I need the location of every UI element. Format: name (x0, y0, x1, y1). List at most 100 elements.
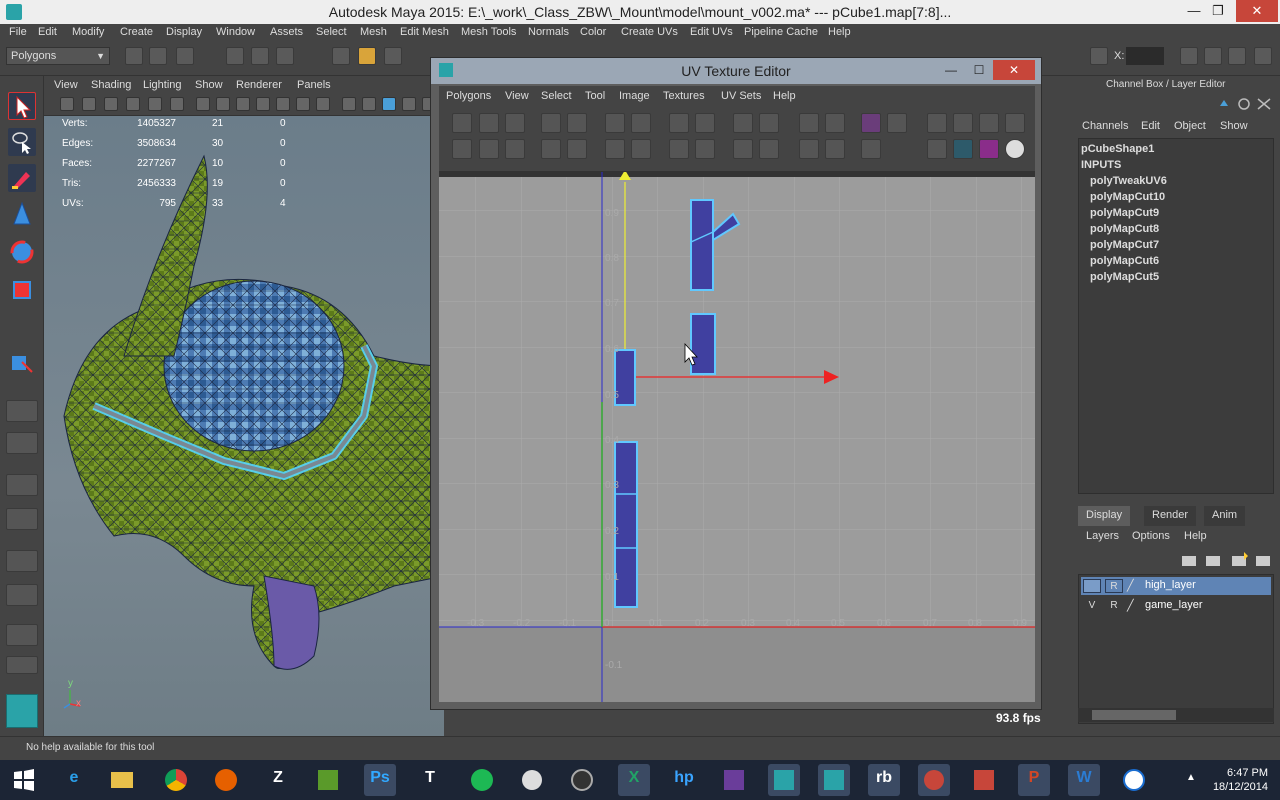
uv-sew-icon[interactable] (631, 113, 651, 133)
lasso-tool-icon[interactable] (8, 128, 36, 156)
cb-menu-edit[interactable]: Edit (1141, 120, 1160, 132)
uv-isolate-icon[interactable] (861, 139, 881, 159)
uv-menu-textures[interactable]: Textures (663, 90, 705, 102)
xray-joints-icon[interactable] (382, 97, 396, 111)
image-plane-icon[interactable] (126, 97, 140, 111)
uv-checker-toggle-icon[interactable] (887, 113, 907, 133)
channel-box-list[interactable]: pCubeShape1 INPUTS polyTweakUV6 polyMapC… (1078, 138, 1274, 494)
camera-attr-icon[interactable] (82, 97, 96, 111)
vp-menu-panels[interactable]: Panels (297, 79, 331, 91)
uv-menu-select[interactable]: Select (541, 90, 572, 102)
internet-explorer-icon[interactable]: e (58, 764, 90, 796)
uv-distribute-icon[interactable] (759, 113, 779, 133)
zbrush-icon[interactable]: Z (262, 764, 294, 796)
layer-name[interactable]: high_layer (1145, 579, 1196, 591)
uv-pin-icon[interactable] (799, 139, 819, 159)
vp-menu-renderer[interactable]: Renderer (236, 79, 282, 91)
uv-menu-view[interactable]: View (505, 90, 529, 102)
uv-stack-icon[interactable] (759, 139, 779, 159)
uv-merge-icon[interactable] (631, 139, 651, 159)
excel-icon[interactable]: X (618, 764, 650, 796)
vp-menu-view[interactable]: View (54, 79, 78, 91)
tab-anim[interactable]: Anim (1204, 506, 1246, 526)
cb-input-node[interactable]: polyMapCut7 (1090, 239, 1159, 251)
tab-render[interactable]: Render (1144, 506, 1197, 526)
uv-menu-polygons[interactable]: Polygons (446, 90, 491, 102)
layer-visibility-toggle[interactable] (1083, 579, 1101, 593)
vp-menu-show[interactable]: Show (195, 79, 223, 91)
hp-icon[interactable]: hp (668, 764, 700, 796)
menu-help[interactable]: Help (828, 26, 851, 38)
uv-optimize-icon[interactable] (695, 139, 715, 159)
uv-menu-help[interactable]: Help (773, 90, 796, 102)
vp-menu-shading[interactable]: Shading (91, 79, 131, 91)
menu-normals[interactable]: Normals (528, 26, 569, 38)
layer-display-type-toggle[interactable]: R (1105, 579, 1123, 593)
transform-icon[interactable] (1090, 47, 1108, 65)
cb-input-node[interactable]: polyTweakUV6 (1090, 175, 1167, 187)
select-component-icon[interactable] (276, 47, 294, 65)
layout-persp-graph-icon[interactable] (6, 508, 38, 530)
powerpoint-icon[interactable]: P (1018, 764, 1050, 796)
menu-create-uvs[interactable]: Create UVs (621, 26, 678, 38)
menu-edit-mesh[interactable]: Edit Mesh (400, 26, 449, 38)
uv-exposure-icon[interactable] (1005, 139, 1025, 159)
perspective-viewport[interactable]: Verts: Edges: Faces: Tris: UVs: 1405327 … (44, 116, 444, 736)
vp-menu-lighting[interactable]: Lighting (143, 79, 182, 91)
select-object-icon[interactable] (251, 47, 269, 65)
mudbox-icon[interactable] (312, 764, 344, 796)
uv-grid-display-icon[interactable] (927, 113, 947, 133)
uv-shaded-icon[interactable] (979, 113, 999, 133)
move-tool-icon[interactable] (8, 200, 36, 228)
layer-display-type-toggle[interactable]: R (1105, 599, 1123, 613)
uv-menu-image[interactable]: Image (619, 90, 650, 102)
universal-manipulator-icon[interactable] (8, 348, 36, 376)
spotify-icon[interactable] (466, 764, 498, 796)
cb-shape-node[interactable]: pCubeShape1 (1081, 143, 1154, 155)
layout-persp-outliner-icon[interactable] (6, 474, 38, 496)
uv-cut-icon[interactable] (605, 113, 625, 133)
uv-color-icon[interactable] (979, 139, 999, 159)
close-button[interactable]: ✕ (1236, 0, 1278, 22)
scale-tool-icon[interactable] (8, 276, 36, 304)
save-scene-icon[interactable] (176, 47, 194, 65)
substance-icon[interactable] (718, 764, 750, 796)
cb-menu-channels[interactable]: Channels (1082, 120, 1128, 132)
snap-point-icon[interactable] (384, 47, 402, 65)
uv-unfold-icon[interactable] (669, 139, 689, 159)
menu-edit[interactable]: Edit (38, 26, 57, 38)
cb-menu-show[interactable]: Show (1220, 120, 1248, 132)
xray-components-icon[interactable] (402, 97, 416, 111)
shadows-icon[interactable] (296, 97, 310, 111)
layer-visibility-toggle[interactable]: V (1083, 599, 1101, 613)
attribute-editor-icon[interactable] (1228, 47, 1246, 65)
cb-input-node[interactable]: polyMapCut6 (1090, 255, 1159, 267)
firefox-icon[interactable] (210, 764, 242, 796)
uv-copy-icon[interactable] (927, 139, 947, 159)
menu-mesh[interactable]: Mesh (360, 26, 387, 38)
wireframe-on-shaded-icon[interactable] (236, 97, 250, 111)
uv-editor-title-bar[interactable]: UV Texture Editor — ☐ ✕ (431, 58, 1041, 84)
uv-close-button[interactable]: ✕ (993, 60, 1035, 80)
layer-menu-options[interactable]: Options (1132, 530, 1170, 542)
cb-input-node[interactable]: polyMapCut10 (1090, 191, 1165, 203)
maya-icon[interactable] (818, 764, 850, 796)
menu-window[interactable]: Window (216, 26, 255, 38)
lights-icon[interactable] (276, 97, 290, 111)
cb-input-node[interactable]: polyMapCut5 (1090, 271, 1159, 283)
uv-menu-tool[interactable]: Tool (585, 90, 605, 102)
layer-menu-help[interactable]: Help (1184, 530, 1207, 542)
select-tool-icon[interactable] (8, 92, 36, 120)
uv-menu-uv-sets[interactable]: UV Sets (721, 90, 761, 102)
layer-tool-icons[interactable] (1180, 550, 1276, 570)
film-gate-icon[interactable] (170, 97, 184, 111)
taskbar-clock[interactable]: 6:47 PM 18/12/2014 (1213, 766, 1268, 794)
smooth-shade-icon[interactable] (216, 97, 230, 111)
uv-split-icon[interactable] (605, 139, 625, 159)
maya-lt-icon[interactable] (768, 764, 800, 796)
menu-set-select[interactable]: Polygons ▼ (6, 47, 110, 65)
y-axis-icon[interactable] (1180, 47, 1198, 65)
uv-image-icon[interactable] (861, 113, 881, 133)
uv-pixel-snap-icon[interactable] (953, 113, 973, 133)
menu-mesh-tools[interactable]: Mesh Tools (461, 26, 516, 38)
